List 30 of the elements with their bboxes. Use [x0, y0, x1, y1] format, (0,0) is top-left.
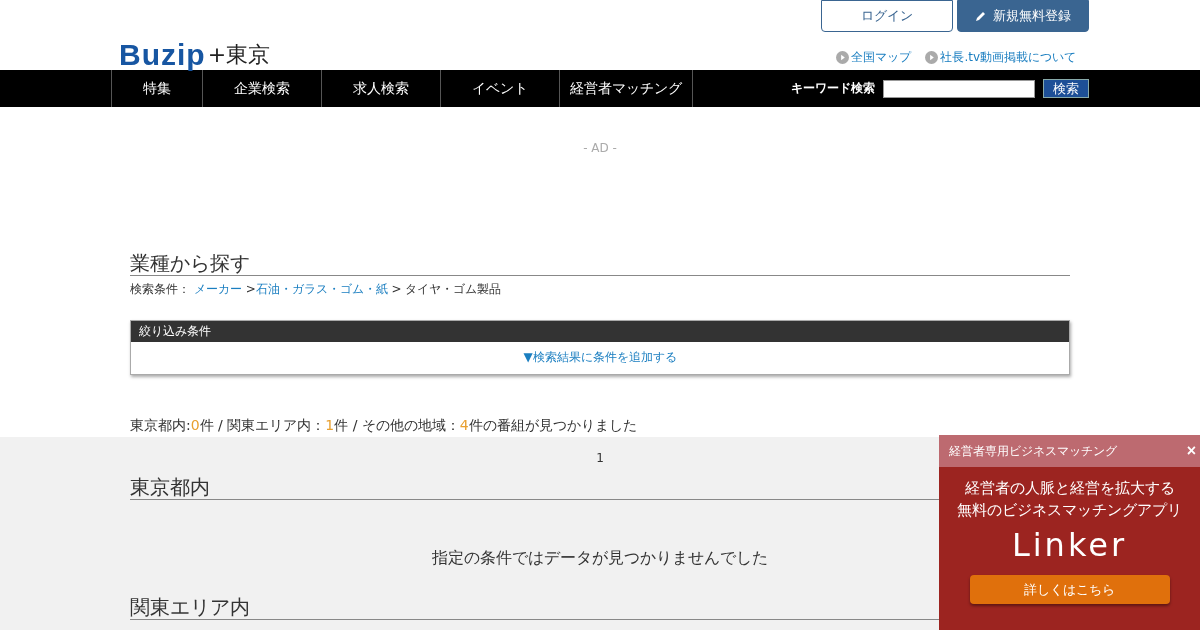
promo-text: 無料のビジネスマッチングアプリ — [956, 500, 1183, 521]
search-button[interactable]: 検索 — [1043, 79, 1089, 98]
close-button[interactable]: × — [1186, 442, 1196, 460]
play-circle-icon — [925, 51, 939, 64]
site-logo[interactable]: Buzip+東京 — [119, 20, 271, 70]
section-title: 業種から探す — [130, 251, 1070, 276]
nav-item[interactable]: 経営者マッチング — [560, 70, 693, 107]
breadcrumb-link[interactable]: メーカー — [193, 282, 242, 296]
page-number[interactable]: 1 — [596, 451, 604, 465]
breadcrumb: 検索条件： メーカー >石油・ガラス・ゴム・紙 > タイヤ・ゴム製品 — [130, 281, 503, 298]
search-label: キーワード検索 — [791, 80, 875, 97]
breadcrumb-link[interactable]: 石油・ガラス・ゴム・紙 — [255, 282, 388, 296]
pencil-icon — [975, 10, 987, 22]
search-field[interactable] — [883, 79, 1035, 98]
login-button[interactable]: ログイン — [821, 0, 953, 32]
header-link[interactable]: 全国マップ — [836, 49, 912, 66]
nav-item[interactable]: 企業検索 — [203, 70, 322, 107]
header-link[interactable]: 社長.tv動画掲載について — [925, 49, 1076, 66]
popup-title: 経営者専用ビジネスマッチング — [949, 442, 1117, 460]
filter-title: 絞り込み条件 — [131, 321, 1069, 342]
play-circle-icon — [836, 51, 850, 64]
ad-label: - AD - — [583, 141, 617, 155]
result-summary: 東京都内:0件 / 関東エリア内：1件 / その他の地域：4件の番組が見つかりました — [130, 417, 638, 435]
register-button[interactable]: 新規無料登録 — [957, 0, 1089, 32]
no-data-message: 指定の条件ではデータが見つかりませんでした — [431, 548, 769, 569]
nav-item[interactable]: イベント — [441, 70, 560, 107]
add-condition-link[interactable]: ▼検索結果に条件を追加する — [131, 342, 1069, 374]
nav-item[interactable]: 求人検索 — [322, 70, 441, 107]
app-logo: Linker — [1010, 527, 1129, 563]
nav-item[interactable]: 特集 — [112, 70, 203, 107]
